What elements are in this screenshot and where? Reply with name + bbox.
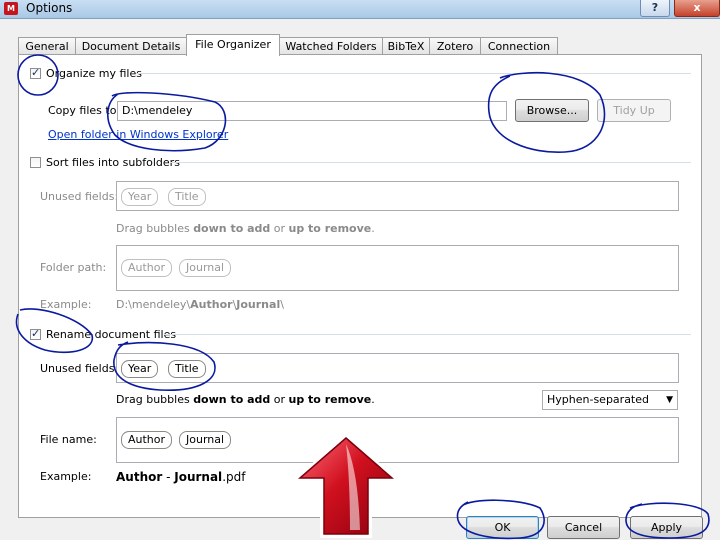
bubble-year[interactable]: Year	[121, 188, 159, 206]
section-divider	[164, 334, 691, 335]
browse-button[interactable]: Browse...	[515, 99, 589, 122]
mendeley-app-icon: M	[4, 2, 18, 15]
tab-file-organizer[interactable]: File Organizer	[186, 34, 280, 56]
sort-example-label: Example:	[40, 298, 92, 311]
tidy-up-button[interactable]: Tidy Up	[597, 99, 671, 122]
sort-unused-fields-label: Unused fields:	[40, 190, 119, 203]
section-divider	[170, 162, 691, 163]
tab-connection[interactable]: Connection	[480, 37, 558, 55]
bubble-title[interactable]: Title	[168, 360, 206, 378]
sort-drag-hint: Drag bubbles down to add or up to remove…	[116, 222, 375, 235]
rename-files-label: Rename document files	[46, 328, 177, 341]
tab-watched-folders[interactable]: Watched Folders	[279, 37, 383, 55]
ok-button[interactable]: OK	[466, 516, 539, 539]
sort-subfolders-checkbox[interactable]	[30, 157, 41, 168]
rename-unused-fields-label: Unused fields:	[40, 362, 119, 375]
separator-value: Hyphen-separated	[547, 393, 649, 406]
sort-subfolders-label: Sort files into subfolders	[46, 156, 180, 169]
rename-files-checkbox[interactable]	[30, 327, 41, 340]
red-up-arrow-icon	[292, 432, 400, 538]
title-bar: M Options ? x	[0, 0, 720, 19]
file-name-label: File name:	[40, 433, 97, 446]
bubble-title[interactable]: Title	[168, 188, 206, 206]
section-divider	[136, 73, 691, 74]
rename-example-label: Example:	[40, 470, 92, 483]
bubble-journal[interactable]: Journal	[179, 431, 232, 449]
tab-zotero[interactable]: Zotero	[429, 37, 481, 55]
organize-files-label: Organize my files	[46, 67, 142, 80]
help-button[interactable]: ?	[640, 0, 670, 17]
tab-bibtex[interactable]: BibTeX	[382, 37, 430, 55]
cancel-button[interactable]: Cancel	[547, 516, 620, 539]
bubble-journal[interactable]: Journal	[179, 259, 232, 277]
tab-document-details[interactable]: Document Details	[75, 37, 187, 55]
bubble-author[interactable]: Author	[121, 431, 173, 449]
window-title: Options	[26, 1, 73, 15]
rename-drag-hint: Drag bubbles down to add or up to remove…	[116, 393, 375, 406]
apply-button[interactable]: Apply	[630, 516, 703, 539]
sort-example-value: D:\mendeley\Author\Journal\	[116, 298, 284, 311]
separator-dropdown[interactable]: Hyphen-separated ▼	[542, 390, 678, 410]
open-folder-link[interactable]: Open folder in Windows Explorer	[48, 128, 228, 141]
folder-path-label: Folder path:	[40, 261, 107, 274]
chevron-down-icon: ▼	[666, 395, 673, 405]
rename-example-value: Author - Journal.pdf	[116, 470, 246, 484]
organize-files-checkbox[interactable]	[30, 66, 41, 79]
copy-files-label: Copy files to:	[48, 104, 121, 117]
bubble-author[interactable]: Author	[121, 259, 173, 277]
close-window-button[interactable]: x	[674, 0, 720, 17]
bubble-year[interactable]: Year	[121, 360, 159, 378]
tab-general[interactable]: General	[18, 37, 76, 55]
copy-path-input[interactable]: D:\mendeley	[117, 101, 507, 121]
